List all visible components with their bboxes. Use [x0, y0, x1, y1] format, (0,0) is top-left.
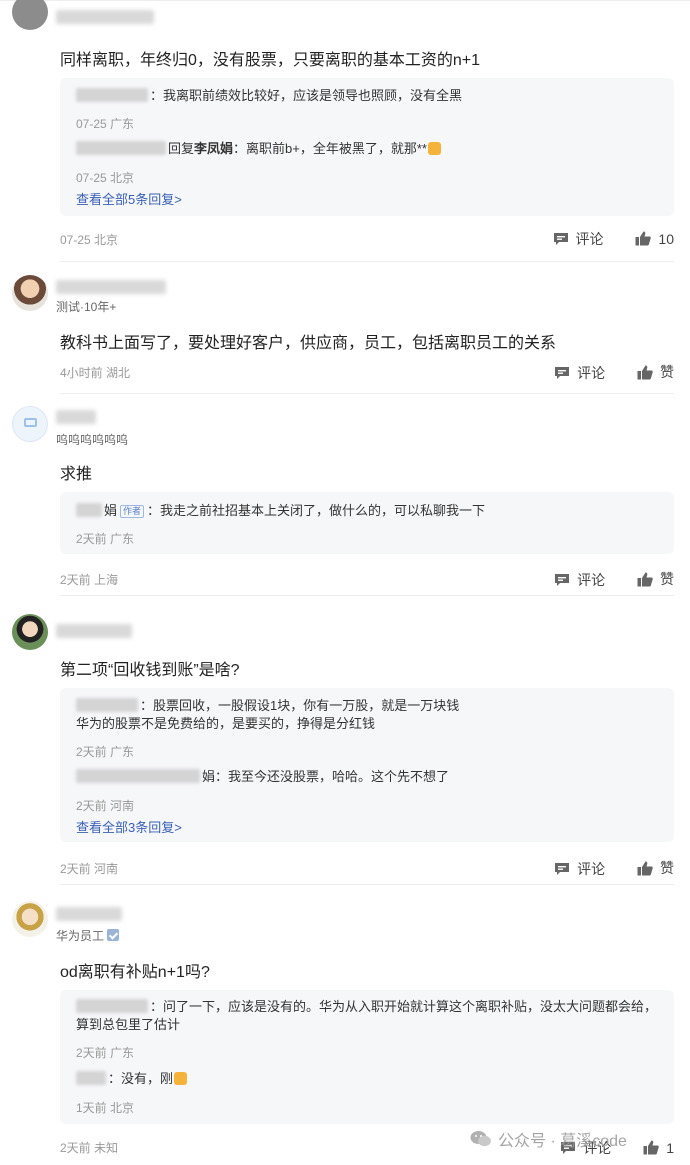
comment-meta: 4小时前 湖北 — [60, 366, 131, 380]
comment-meta: 07-25 北京 — [60, 233, 119, 247]
username[interactable] — [56, 10, 154, 24]
thumbs-up-icon — [635, 231, 652, 246]
reply-username[interactable] — [76, 698, 138, 712]
comment-meta: 2天前 未知 — [60, 1141, 119, 1155]
user-subtitle: 华为员工 — [56, 927, 120, 944]
reply-meta: 07-25 北京 — [76, 171, 135, 185]
watermark: 公众号 · 葛溪code — [470, 1127, 627, 1151]
reply-list: 娟作者 ：我走之前社招基本上关闭了，做什么的，可以私聊我一下 2天前 广东 — [60, 492, 674, 554]
username[interactable] — [56, 907, 122, 921]
comment-actions: 评论 赞 — [526, 362, 674, 382]
avatar[interactable] — [12, 614, 48, 650]
thumbs-up-icon — [637, 861, 653, 875]
comment-text: 求推 — [60, 466, 93, 483]
reply-meta: 2天前 广东 — [76, 745, 135, 759]
reply-username[interactable] — [76, 503, 102, 517]
comment-button[interactable]: 评论 — [554, 363, 605, 383]
reply-text: ：没有，刚 — [76, 1070, 660, 1088]
avatar[interactable] — [12, 901, 48, 937]
verified-icon — [107, 929, 120, 941]
comment-button[interactable]: 评论 — [554, 859, 605, 879]
wechat-icon — [470, 1131, 491, 1147]
avatar[interactable] — [12, 0, 48, 30]
comment-button[interactable]: 评论 — [554, 570, 605, 590]
like-button[interactable]: 1 — [643, 1140, 674, 1156]
reply-meta: 07-25 广东 — [76, 117, 135, 131]
reply-username[interactable] — [76, 141, 166, 155]
comment-icon — [555, 573, 570, 586]
comment-item: 同样离职，年终归0，没有股票，只要离职的基本工资的n+1 ：我离职前绩效比较好，… — [0, 0, 690, 262]
reply-username[interactable] — [76, 999, 148, 1013]
comment-actions: 评论 赞 — [526, 858, 674, 878]
view-all-replies-link[interactable]: 查看全部3条回复> — [76, 817, 182, 836]
reply-list: ：我离职前绩效比较好，应该是领导也照顾，没有全黑 07-25 广东 回复李凤娟：… — [60, 78, 674, 216]
reply-username[interactable] — [76, 1071, 106, 1085]
reply-text: ：我离职前绩效比较好，应该是领导也照顾，没有全黑 — [76, 87, 660, 105]
reply-list: ：股票回收，一股假设1块，你有一万股，就是一万块钱 华为的股票不是免费给的，是要买… — [60, 688, 674, 842]
comment-actions: 评论 赞 — [526, 569, 674, 589]
avatar[interactable] — [12, 275, 48, 311]
reply-text: 娟：我至今还没股票，哈哈。这个先不想了 — [76, 768, 660, 786]
comment-item: 第二项“回收钱到账”是啥? ：股票回收，一股假设1块，你有一万股，就是一万块钱华… — [0, 596, 690, 885]
reply-list: ：问了一下，应该是没有的。华为从入职开始就计算这个离职补贴，没太大问题都会给，算… — [60, 990, 674, 1124]
reply-username[interactable] — [76, 769, 200, 783]
username[interactable] — [56, 280, 166, 294]
comment-actions: 评论 10 — [525, 229, 674, 249]
like-button[interactable]: 10 — [635, 231, 674, 247]
like-button[interactable]: 赞 — [637, 569, 674, 589]
comment-button[interactable]: 评论 — [553, 229, 604, 249]
thumbs-up-icon — [637, 572, 653, 586]
comment-icon — [555, 862, 570, 875]
like-button[interactable]: 赞 — [637, 362, 674, 382]
reply-text: 娟作者 ：我走之前社招基本上关闭了，做什么的，可以私聊我一下 — [76, 502, 660, 520]
comment-icon — [553, 233, 568, 245]
reply-meta: 2天前 广东 — [76, 532, 135, 546]
reply-to-user[interactable]: 李凤娟 — [194, 141, 233, 156]
view-all-replies-link[interactable]: 查看全部5条回复> — [76, 189, 182, 208]
reply-text: ：问了一下，应该是没有的。华为从入职开始就计算这个离职补贴，没太大问题都会给，算… — [76, 999, 658, 1032]
username[interactable] — [56, 624, 132, 638]
comment-text: 第二项“回收钱到账”是啥? — [60, 662, 240, 679]
emoji-icon — [174, 1072, 188, 1085]
reply-meta: 2天前 河南 — [76, 799, 135, 813]
avatar[interactable] — [12, 406, 48, 442]
user-subtitle: 测试·10年+ — [56, 300, 117, 314]
like-button[interactable]: 赞 — [637, 858, 674, 878]
comment-text: od离职有补贴n+1吗? — [60, 964, 210, 981]
reply-text: ：股票回收，一股假设1块，你有一万股，就是一万块钱 华为的股票不是免费给的，是要买… — [76, 698, 460, 731]
reply-meta: 1天前 北京 — [76, 1101, 135, 1115]
author-badge: 作者 — [120, 505, 145, 518]
comment-item: 测试·10年+ 教科书上面写了，要处理好客户，供应商，员工，包括离职员工的关系 … — [0, 262, 690, 393]
comment-text: 同样离职，年终归0，没有股票，只要离职的基本工资的n+1 — [60, 52, 481, 69]
comment-text: 教科书上面写了，要处理好客户，供应商，员工，包括离职员工的关系 — [60, 335, 557, 352]
user-subtitle: 呜呜呜呜呜呜 — [56, 433, 129, 447]
reply-username[interactable] — [76, 88, 148, 102]
reply-meta: 2天前 广东 — [76, 1046, 135, 1060]
comment-meta: 2天前 上海 — [60, 573, 119, 587]
comment-item: 华为员工 od离职有补贴n+1吗? ：问了一下，应该是没有的。华为从入职开始就计… — [0, 885, 690, 1165]
thumbs-up-icon — [643, 1140, 659, 1155]
comment-item: 呜呜呜呜呜呜 求推 娟作者 ：我走之前社招基本上关闭了，做什么的，可以私聊我一下 … — [0, 394, 690, 596]
comment-meta: 2天前 河南 — [60, 862, 119, 876]
thumbs-up-icon — [637, 365, 653, 379]
comment-icon — [555, 366, 570, 379]
username[interactable] — [56, 410, 96, 424]
emoji-icon — [427, 142, 441, 155]
reply-text: 回复李凤娟：离职前b+，全年被黑了，就那** — [76, 140, 660, 158]
